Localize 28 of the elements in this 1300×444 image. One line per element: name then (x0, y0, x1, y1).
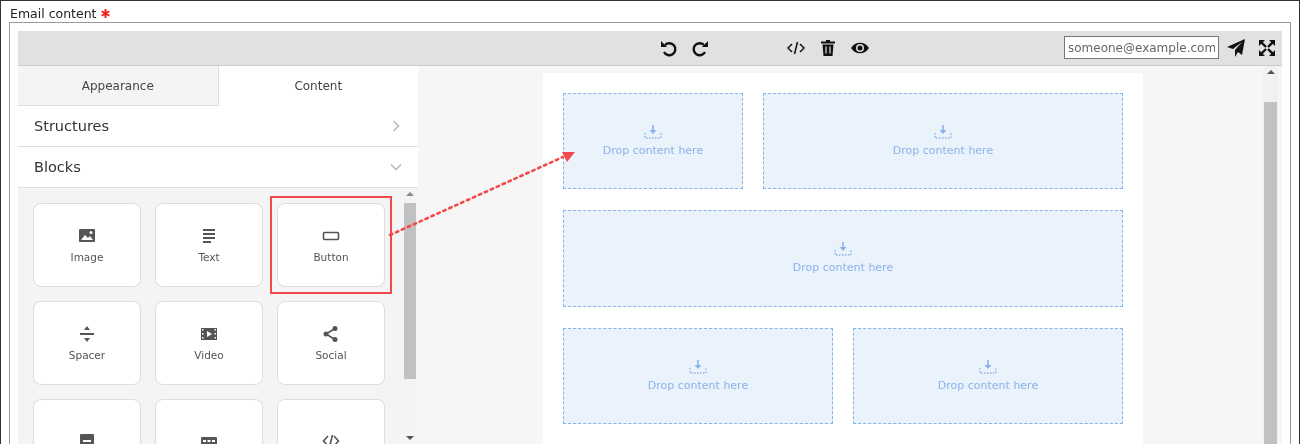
trash-icon[interactable] (819, 39, 837, 57)
fullscreen-icon[interactable] (1258, 39, 1276, 57)
block-tile[interactable]: Text (155, 203, 263, 287)
download-icon (934, 125, 952, 140)
download-icon (834, 242, 852, 257)
social-icon (322, 325, 340, 343)
code-icon[interactable] (787, 39, 805, 57)
download-icon (979, 359, 997, 374)
block-tile[interactable]: Button (277, 203, 385, 287)
panel-tab[interactable]: Appearance (18, 66, 219, 106)
field-label: Email content (10, 5, 97, 21)
block-tile[interactable]: Image (33, 203, 141, 287)
block-tile[interactable]: Spacer (33, 301, 141, 385)
block-tile[interactable]: Social (277, 301, 385, 385)
download-icon (689, 359, 707, 374)
image-icon (78, 227, 96, 245)
section-title: Blocks (34, 159, 81, 175)
redo-icon[interactable] (691, 39, 709, 57)
text-icon (200, 227, 218, 245)
block-tile[interactable]: Video (155, 301, 263, 385)
send-icon[interactable] (1226, 39, 1246, 57)
download-icon (644, 125, 662, 140)
video-icon (200, 325, 218, 343)
section-title: Structures (34, 118, 109, 134)
undo-icon[interactable] (660, 39, 678, 57)
email-field[interactable]: someone@example.com (1064, 36, 1219, 59)
scrollbar[interactable] (1263, 66, 1278, 444)
spacer-icon (78, 325, 96, 343)
